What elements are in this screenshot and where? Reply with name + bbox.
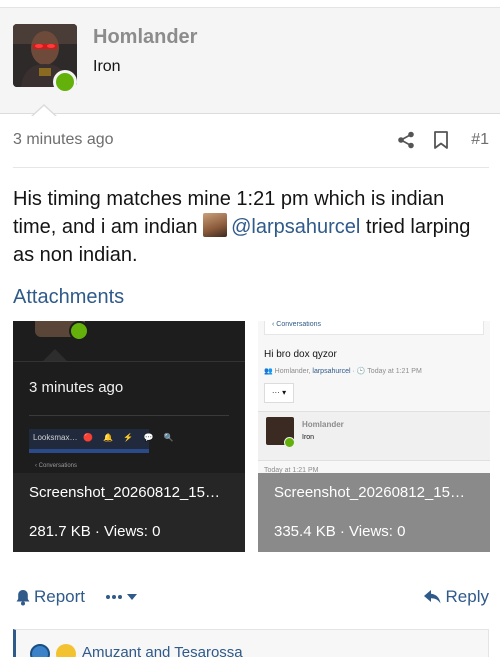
grin-emoji-icon xyxy=(56,644,76,657)
post-number-link[interactable]: #1 xyxy=(471,131,489,149)
attachment-info: 281.7 KB · Views: 0 xyxy=(29,523,161,540)
chevron-down-icon xyxy=(127,594,138,600)
post-timestamp[interactable]: 3 minutes ago xyxy=(13,131,114,149)
thumbs-up-icon xyxy=(30,644,50,657)
attachment-info: 335.4 KB · Views: 0 xyxy=(274,523,406,540)
attachment-filename[interactable]: Screenshot_20260812_15… xyxy=(29,484,235,501)
reactions-users-text[interactable]: Amuzant and Tesarossa xyxy=(82,644,243,657)
online-status-indicator xyxy=(53,70,77,94)
attachments-heading: Attachments xyxy=(13,286,125,308)
preview-conversation-title: Hi bro dox qyzor xyxy=(264,349,337,360)
post-author-header: Homlander Iron xyxy=(0,8,500,117)
user-mention-link[interactable]: @larpsahurcel xyxy=(231,216,360,238)
bell-icon xyxy=(16,589,30,605)
mention-avatar xyxy=(203,213,228,237)
preview-breadcrumb: ‹ Conversations xyxy=(272,321,322,328)
post-meta-actions: #1 xyxy=(397,128,489,152)
more-options-button[interactable] xyxy=(105,594,138,600)
reactions-summary[interactable]: Amuzant and Tesarossa xyxy=(13,629,489,657)
preview-subnav-text: ‹ Conversations xyxy=(35,463,78,469)
preview-user-title: Iron xyxy=(302,434,315,441)
bookmark-icon[interactable] xyxy=(433,131,449,149)
attachment-caption: Screenshot_20260812_15… 335.4 KB · Views… xyxy=(258,473,490,552)
post-message-body: His timing matches mine 1:21 pm which is… xyxy=(13,185,489,269)
preview-nav-icons: 🔴 🔔 ⚡ 💬 🔍 xyxy=(83,433,178,442)
attachment-thumbnail[interactable]: 3 minutes ago Looksmax… 🔴 🔔 ⚡ 💬 🔍 ‹ Conv… xyxy=(13,321,245,552)
preview-more-button: ··· ▾ xyxy=(264,383,294,403)
author-username[interactable]: Homlander xyxy=(93,26,197,49)
meta-divider xyxy=(13,167,489,168)
reply-label: Reply xyxy=(445,587,489,606)
report-label: Report xyxy=(34,587,86,606)
preview-byline: 👥 Homlander, larpsahurcel · 🕒 Today at 1… xyxy=(264,368,422,375)
reply-button[interactable]: Reply xyxy=(423,587,489,607)
report-button[interactable]: Report xyxy=(15,587,85,607)
preview-username: Homlander xyxy=(302,420,344,429)
post-actions-right: Reply xyxy=(423,585,489,609)
preview-timestamp: 3 minutes ago xyxy=(29,379,124,396)
more-dots-icon xyxy=(106,595,123,599)
top-strip xyxy=(0,0,500,8)
attachment-filename[interactable]: Screenshot_20260812_15… xyxy=(274,484,480,501)
preview-nav-text: Looksmax… xyxy=(33,433,78,442)
author-title: Iron xyxy=(93,58,121,75)
attachment-thumbnail[interactable]: ‹ Conversations Hi bro dox qyzor 👥 Homla… xyxy=(258,321,490,552)
reply-icon xyxy=(423,590,441,604)
post-actions-left: Report xyxy=(15,585,138,609)
share-icon[interactable] xyxy=(397,131,415,149)
attachment-caption: Screenshot_20260812_15… 281.7 KB · Views… xyxy=(13,473,245,552)
